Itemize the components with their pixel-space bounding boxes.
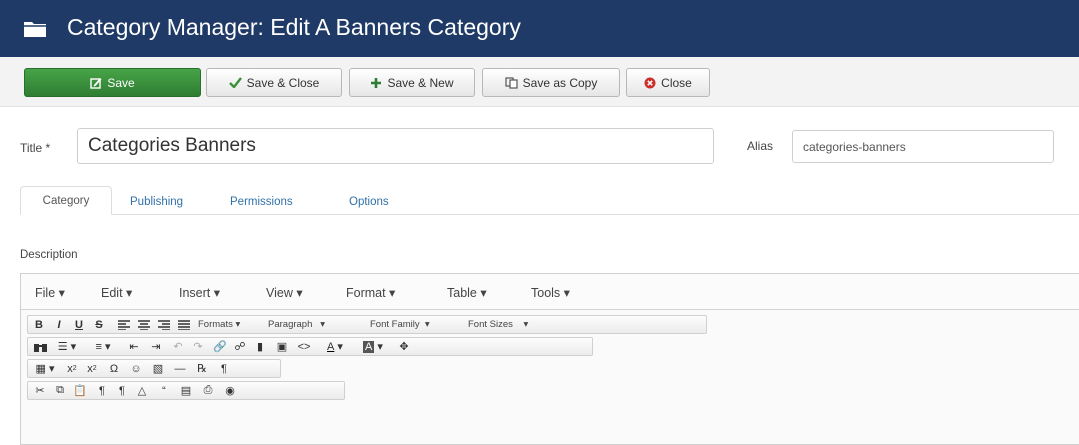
title-input[interactable] [77, 128, 714, 164]
close-button[interactable]: Close [626, 68, 710, 97]
preview-icon[interactable]: ◉ [220, 382, 240, 399]
code-icon[interactable]: <> [294, 338, 314, 355]
font-sizes-dropdown[interactable]: Font Sizes ▾ [468, 316, 528, 333]
editor-toolbar-row-4: ✂ ⧉ 📋 ¶ ¶ △ “ ▤ ⎙ ◉ [27, 381, 345, 400]
table-icon[interactable]: ▦ ▾ [30, 360, 60, 377]
paragraph-dropdown[interactable]: Paragraph ▾ [268, 316, 325, 333]
bold-button[interactable]: B [32, 316, 46, 333]
menu-tools[interactable]: Tools ▾ [531, 285, 570, 300]
template-icon[interactable]: ▤ [176, 382, 196, 399]
toolbar: Save Save & Close Save & New Save as Cop… [0, 57, 1079, 107]
redo-icon[interactable]: ↷ [188, 338, 208, 355]
bullet-list-icon[interactable]: ☰ ▾ [50, 338, 84, 355]
save-new-button[interactable]: Save & New [349, 68, 475, 97]
folder-icon [24, 22, 46, 37]
save-copy-label: Save as Copy [522, 75, 598, 90]
superscript-icon[interactable]: x2 [82, 360, 102, 377]
close-label: Close [661, 75, 692, 90]
strikethrough-button[interactable]: S [92, 316, 106, 333]
align-justify-icon[interactable] [174, 316, 194, 333]
title-label: Title * [20, 141, 51, 155]
special-character-icon[interactable]: Ω [104, 360, 124, 377]
fullscreen-icon[interactable]: ✥ [394, 338, 414, 355]
unlink-icon[interactable]: ☍ [230, 338, 250, 355]
rich-text-editor: File ▾ Edit ▾ Insert ▾ View ▾ Format ▾ T… [20, 273, 1079, 445]
indent-icon[interactable]: ⇥ [146, 338, 166, 355]
link-icon[interactable]: 🔗 [210, 338, 230, 355]
copy-icon [505, 76, 518, 89]
menu-format[interactable]: Format ▾ [346, 285, 395, 300]
plus-icon [371, 77, 382, 88]
align-left-icon[interactable] [114, 316, 134, 333]
editor-toolbar-row-1: B I U S Formats ▾ Paragraph ▾ Font Famil… [27, 315, 707, 334]
tab-publishing[interactable]: Publishing [130, 196, 183, 208]
check-icon [228, 77, 242, 88]
undo-icon[interactable]: ↶ [168, 338, 188, 355]
page-header: Category Manager: Edit A Banners Categor… [0, 0, 1079, 57]
insert-file-icon[interactable]: △ [132, 382, 152, 399]
editor-menubar: File ▾ Edit ▾ Insert ▾ View ▾ Format ▾ T… [21, 274, 1079, 310]
menu-edit[interactable]: Edit ▾ [101, 285, 132, 300]
save-label: Save [107, 75, 135, 90]
paragraph-label: Paragraph [268, 319, 313, 330]
description-label: Description [20, 249, 78, 261]
menu-insert[interactable]: Insert ▾ [179, 285, 220, 300]
paste-icon[interactable]: 📋 [70, 382, 90, 399]
align-right-icon[interactable] [154, 316, 174, 333]
rtl-icon[interactable]: ¶ [112, 382, 132, 399]
ltr-icon[interactable]: ¶ [92, 382, 112, 399]
alias-label: Alias [747, 139, 774, 153]
page-title: Category Manager: Edit A Banners Categor… [67, 14, 521, 40]
tabs-divider [20, 214, 1079, 215]
text-color-icon[interactable]: A ▾ [318, 338, 352, 355]
save-close-button[interactable]: Save & Close [206, 68, 342, 97]
align-center-icon[interactable] [134, 316, 154, 333]
clear-formatting-icon[interactable]: ℞ [192, 360, 212, 377]
underline-button[interactable]: U [72, 316, 86, 333]
tab-permissions[interactable]: Permissions [230, 196, 293, 208]
editor-toolbar-row-2: ☰ ▾ ≡ ▾ ⇤ ⇥ ↶ ↷ 🔗 ☍ ▮ ▣ <> A ▾ A ▾ ✥ [27, 337, 593, 356]
menu-file[interactable]: File ▾ [35, 285, 65, 300]
background-color-icon[interactable]: A ▾ [356, 338, 390, 355]
copy-icon[interactable]: ⧉ [50, 382, 70, 399]
print-icon[interactable]: ⎙ [198, 382, 218, 399]
tab-category[interactable]: Category [20, 186, 112, 215]
edit-icon [90, 77, 102, 89]
font-family-dropdown[interactable]: Font Family ▾ [370, 316, 430, 333]
tab-options[interactable]: Options [349, 196, 389, 208]
italic-button[interactable]: I [52, 316, 66, 333]
numbered-list-icon[interactable]: ≡ ▾ [86, 338, 120, 355]
image-icon[interactable]: ▣ [272, 338, 292, 355]
font-family-label: Font Family [370, 319, 420, 330]
save-button[interactable]: Save [24, 68, 201, 97]
menu-table[interactable]: Table ▾ [447, 285, 487, 300]
save-close-label: Save & Close [246, 75, 320, 90]
menu-view[interactable]: View ▾ [266, 285, 303, 300]
alias-input[interactable] [792, 130, 1054, 163]
horizontal-rule-icon[interactable]: — [170, 360, 190, 377]
formats-dropdown[interactable]: Formats ▾ [198, 316, 240, 333]
show-blocks-icon[interactable]: ¶ [214, 360, 234, 377]
cut-icon[interactable]: ✂ [30, 382, 50, 399]
blockquote-icon[interactable]: “ [154, 382, 174, 399]
outdent-icon[interactable]: ⇤ [124, 338, 144, 355]
media-icon[interactable]: ▧ [148, 360, 168, 377]
save-new-label: Save & New [387, 75, 454, 90]
close-circle-icon [644, 77, 656, 88]
emoticons-icon[interactable]: ☺ [126, 360, 146, 377]
font-sizes-label: Font Sizes [468, 319, 513, 330]
editor-toolbar-row-3: ▦ ▾ x2 x2 Ω ☺ ▧ — ℞ ¶ [27, 359, 281, 378]
subscript-icon[interactable]: x2 [62, 360, 82, 377]
save-copy-button[interactable]: Save as Copy [482, 68, 620, 97]
bookmark-icon[interactable]: ▮ [250, 338, 270, 355]
find-replace-icon[interactable] [30, 338, 50, 355]
